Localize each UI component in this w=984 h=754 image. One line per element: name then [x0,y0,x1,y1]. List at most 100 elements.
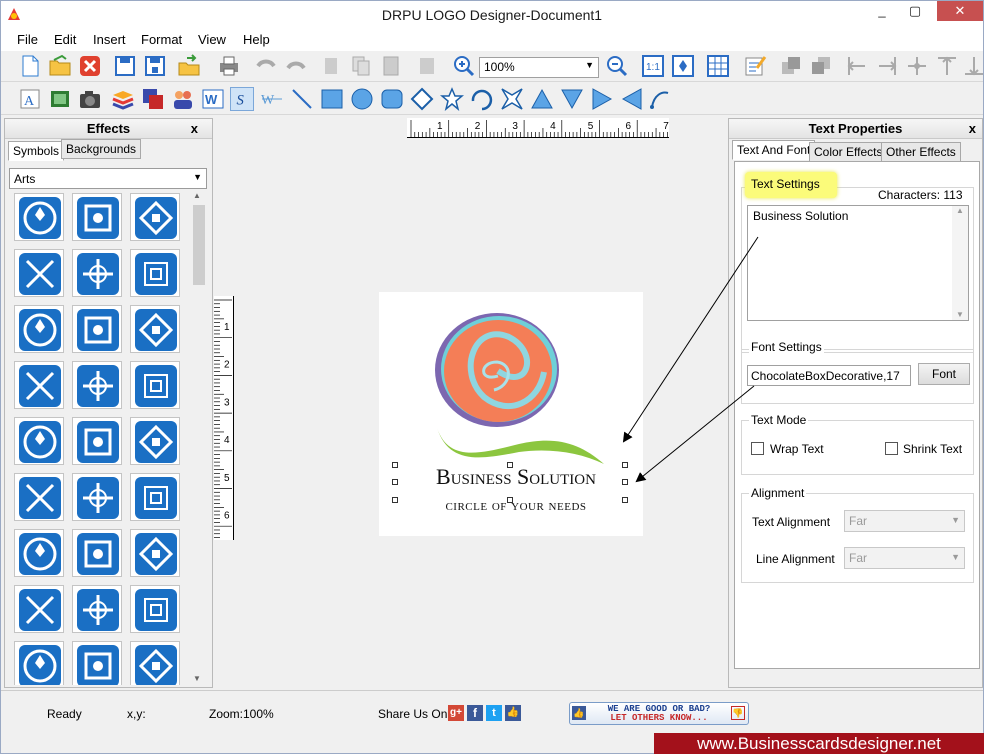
selection-handle[interactable] [622,497,628,503]
grid-icon[interactable] [706,54,730,78]
close-document-icon[interactable] [78,54,102,78]
text-alignment-select[interactable]: Far ▼ [844,510,965,532]
tab-text-and-font[interactable]: Text And Font [732,140,816,160]
export-icon[interactable] [177,54,201,78]
align-top-icon[interactable] [935,54,959,78]
feedback-button[interactable]: 👍 WE ARE GOOD OR BAD? LET OTHERS KNOW...… [569,702,749,725]
category-select[interactable]: Arts ▼ [9,168,207,189]
bring-front-icon[interactable] [779,54,803,78]
zoom-in-icon[interactable] [452,54,476,78]
symbol-tile[interactable] [14,473,64,521]
symbol-tile[interactable] [130,585,180,633]
symbol-tile[interactable] [72,417,122,465]
close-button[interactable]: ✕ [937,1,983,21]
selection-handle[interactable] [507,497,513,503]
signature-icon[interactable]: S [230,87,254,111]
text-properties-close-button[interactable]: x [969,119,976,139]
logo-title-text[interactable]: Business Solution [401,464,631,490]
send-back-icon[interactable] [809,54,833,78]
symbol-tile[interactable] [14,529,64,577]
menu-file[interactable]: File [17,32,38,47]
symbol-tile[interactable] [72,193,122,241]
symbol-tile[interactable] [14,641,64,685]
properties-icon[interactable] [743,54,767,78]
align-bottom-icon[interactable] [962,54,984,78]
rectangle-tool-icon[interactable] [320,87,344,111]
menu-help[interactable]: Help [243,32,270,47]
triangle-up-tool-icon[interactable] [530,87,554,111]
tab-backgrounds[interactable]: Backgrounds [61,139,142,159]
triangle-right-tool-icon[interactable] [590,87,614,111]
delete-icon[interactable] [415,54,439,78]
watermark-icon[interactable]: W [260,87,284,111]
symbol-tile[interactable] [72,585,122,633]
rounded-rectangle-tool-icon[interactable] [380,87,404,111]
print-icon[interactable] [217,54,241,78]
fit-to-window-icon[interactable] [671,54,695,78]
line-alignment-select[interactable]: Far ▼ [844,547,965,569]
symbol-tile[interactable] [130,641,180,685]
save-icon[interactable] [113,54,137,78]
word-art-icon[interactable]: W [201,87,225,111]
effects-close-button[interactable]: x [191,119,198,139]
align-right-icon[interactable] [875,54,899,78]
text-content-input[interactable]: Business Solution ▲ ▼ [747,205,969,321]
selection-handle[interactable] [392,497,398,503]
symbol-tile[interactable] [14,417,64,465]
menu-insert[interactable]: Insert [93,32,126,47]
curve-tool-icon[interactable] [648,87,672,111]
new-document-icon[interactable] [18,54,42,78]
minimize-button[interactable]: _ [867,1,897,21]
paste-icon[interactable] [379,54,403,78]
image-tool-icon[interactable] [48,87,72,111]
triangle-left-tool-icon[interactable] [620,87,644,111]
text-scrollbar[interactable]: ▲ ▼ [952,206,968,320]
text-tool-icon[interactable]: A [18,87,42,111]
actual-size-icon[interactable]: 1:1 [641,54,665,78]
selection-handle[interactable] [392,479,398,485]
zoom-out-icon[interactable] [605,54,629,78]
wrap-text-checkbox[interactable] [751,442,764,455]
logo-tagline-text[interactable]: circle of your needs [401,498,631,515]
scroll-up-icon[interactable]: ▲ [952,206,968,215]
selection-handle[interactable] [622,462,628,468]
symbol-tile[interactable] [72,305,122,353]
logo-canvas[interactable]: Business Solution circle of your needs [379,292,643,536]
copy-icon[interactable] [349,54,373,78]
like-icon[interactable]: 👍 [505,705,521,721]
symbol-tile[interactable] [130,529,180,577]
symbol-tile[interactable] [130,417,180,465]
symbols-scrollbar[interactable]: ▲ ▼ [191,191,207,685]
symbol-tile[interactable] [14,249,64,297]
symbol-tile[interactable] [14,305,64,353]
burst-tool-icon[interactable] [500,87,524,111]
menu-view[interactable]: View [198,32,226,47]
symbol-tile[interactable] [130,193,180,241]
scroll-down-icon[interactable]: ▼ [956,310,964,319]
symbol-tile[interactable] [72,641,122,685]
symbol-tile[interactable] [72,529,122,577]
undo-icon[interactable] [254,54,278,78]
twitter-icon[interactable]: t [486,705,502,721]
symbol-tile[interactable] [72,473,122,521]
cut-icon[interactable] [319,54,343,78]
facebook-icon[interactable]: f [467,705,483,721]
restore-button[interactable]: ▢ [897,1,933,21]
tab-color-effects[interactable]: Color Effects [809,142,888,162]
align-center-icon[interactable] [905,54,929,78]
font-name-field[interactable]: ChocolateBoxDecorative,17 [747,365,911,386]
scroll-down-icon[interactable]: ▼ [193,674,201,683]
redo-icon[interactable] [284,54,308,78]
selection-handle[interactable] [622,479,628,485]
arc-tool-icon[interactable] [470,87,494,111]
open-folder-icon[interactable] [48,54,72,78]
selection-handle[interactable] [392,462,398,468]
font-button[interactable]: Font [918,363,970,385]
camera-icon[interactable] [78,87,102,111]
selection-handle[interactable] [507,462,513,468]
menu-format[interactable]: Format [141,32,182,47]
symbol-tile[interactable] [130,473,180,521]
symbol-tile[interactable] [14,361,64,409]
menu-edit[interactable]: Edit [54,32,76,47]
symbol-tile[interactable] [72,361,122,409]
